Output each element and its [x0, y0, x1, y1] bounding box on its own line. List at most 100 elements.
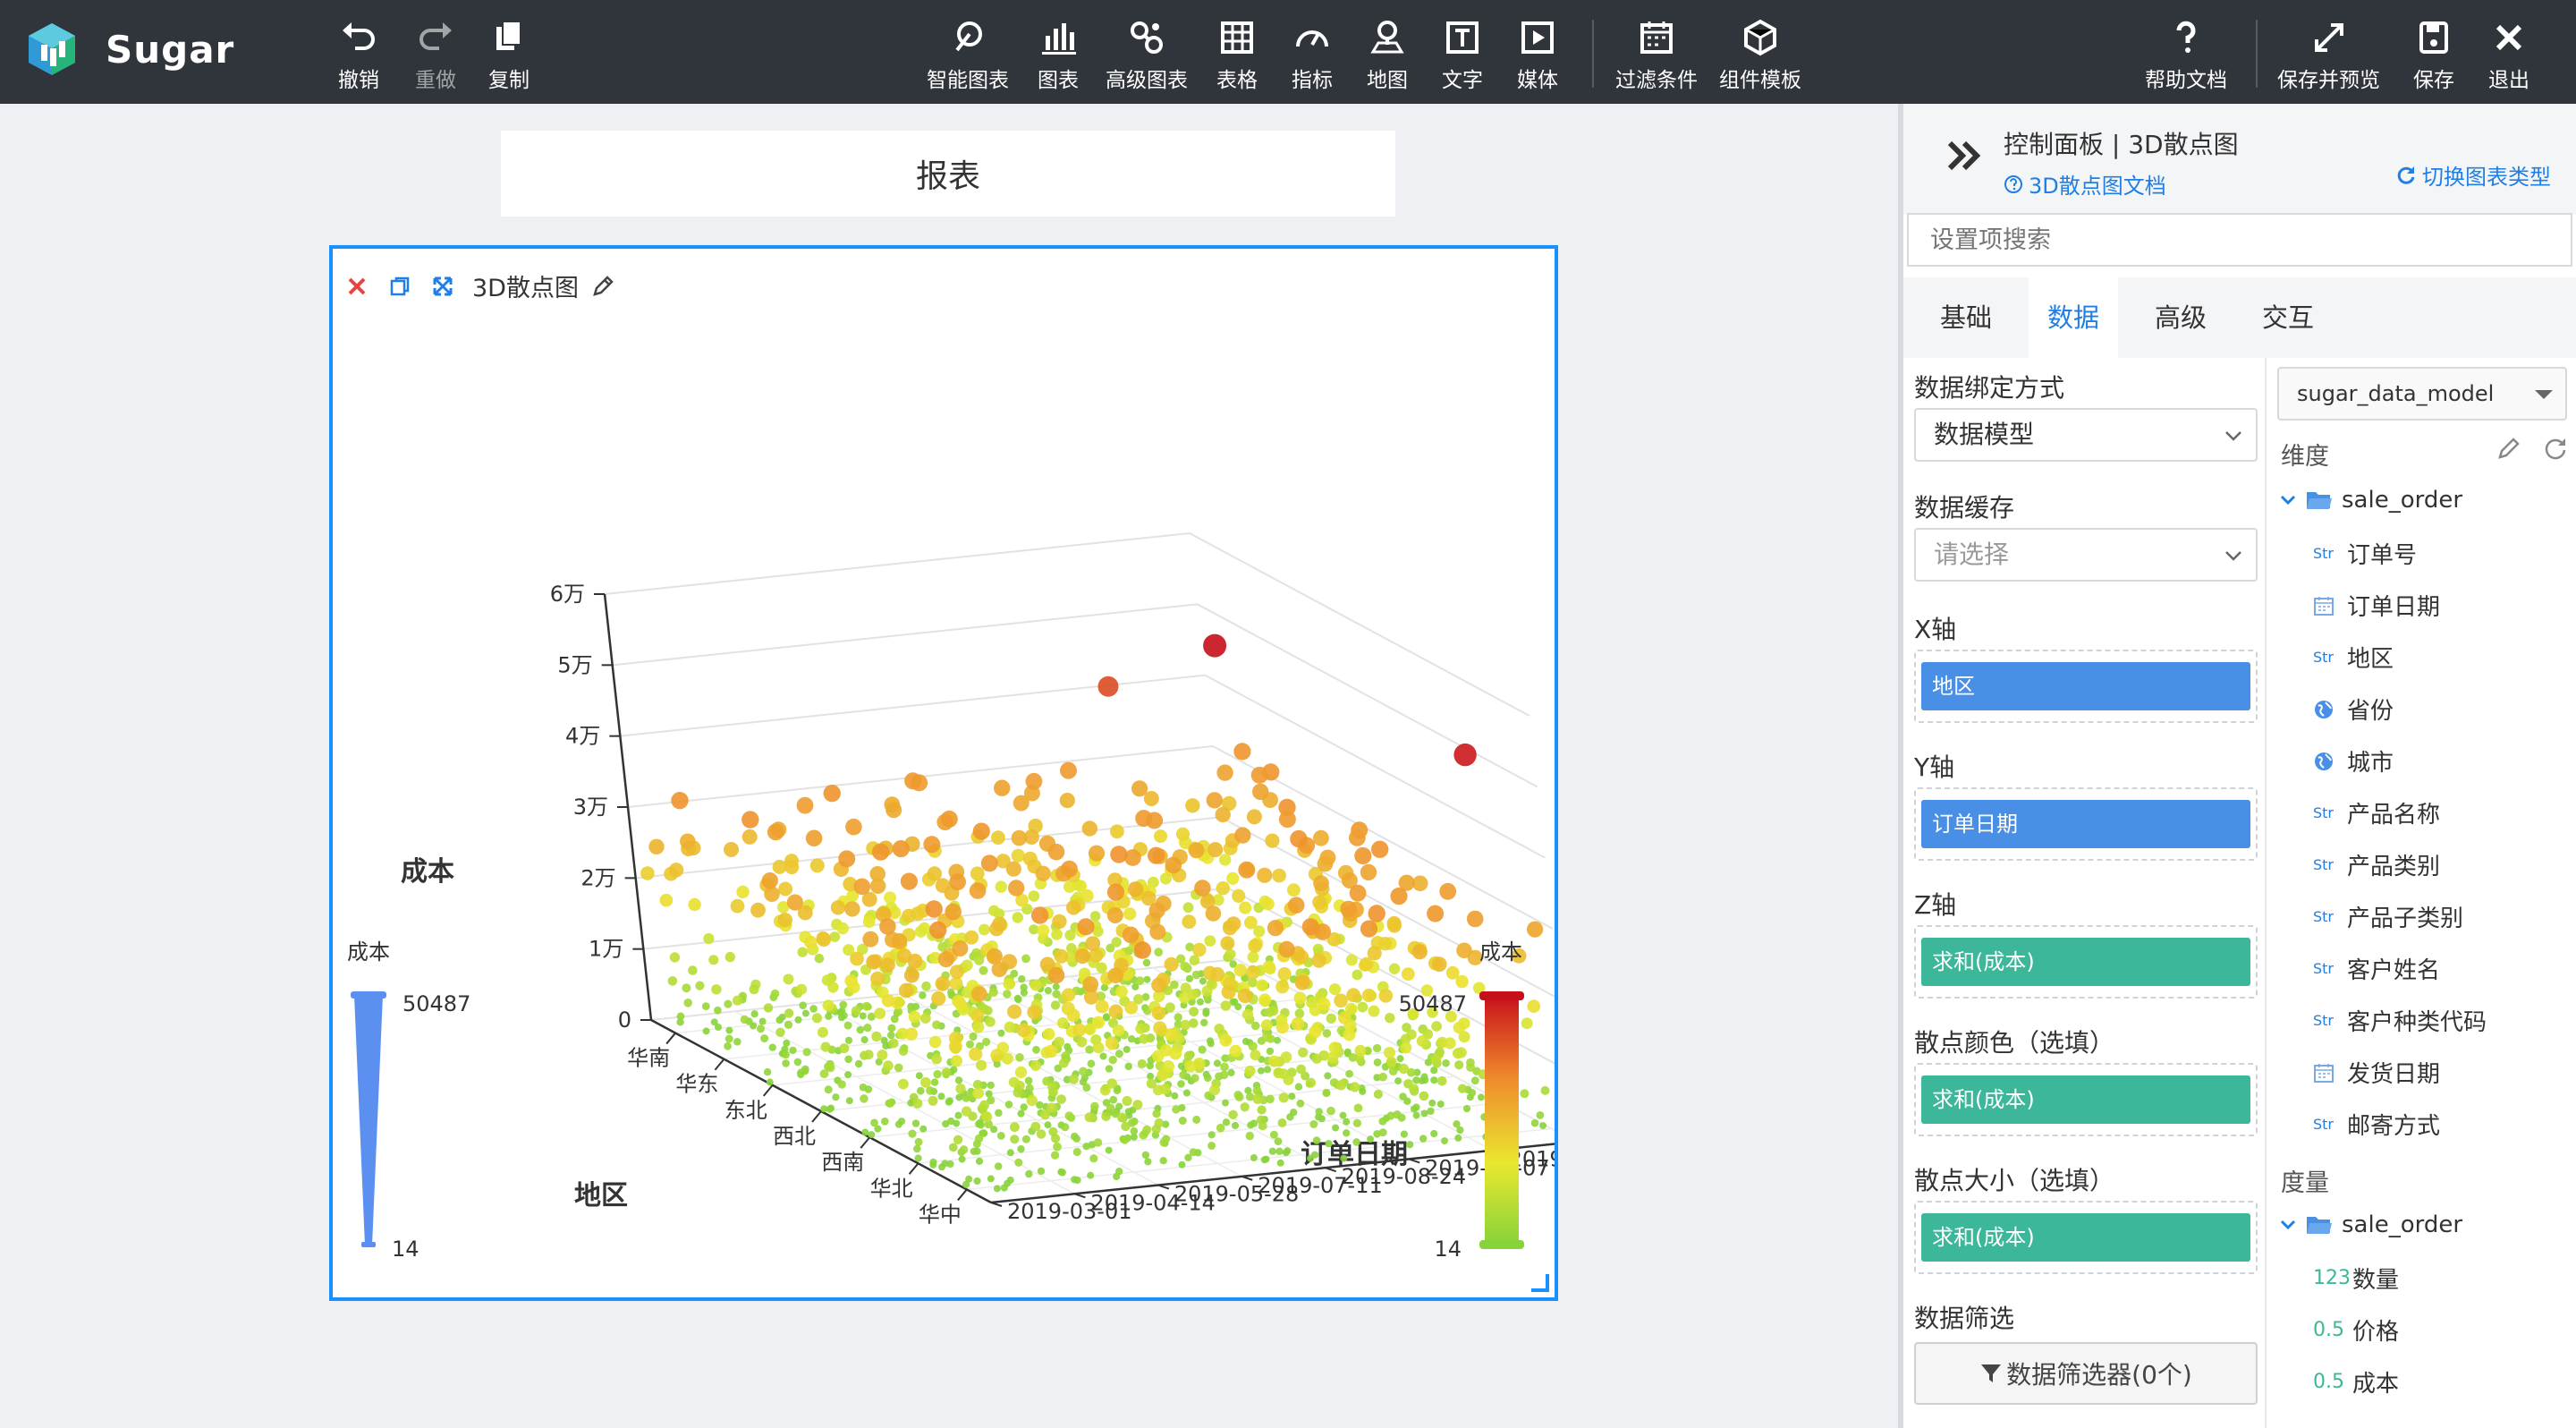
- text-button[interactable]: 文字: [1442, 18, 1483, 93]
- smart-chart-button[interactable]: 智能图表: [927, 18, 1009, 93]
- data-cache-select[interactable]: 请选择: [1914, 528, 2258, 582]
- data-point: [1453, 1021, 1466, 1034]
- field-item[interactable]: Str 产品名称: [2313, 796, 2440, 829]
- field-item[interactable]: Str 客户姓名: [2313, 952, 2440, 985]
- save-button[interactable]: 保存: [2413, 18, 2454, 93]
- chart-doc-link[interactable]: 3D散点图文档: [2004, 168, 2166, 200]
- point-size-dropzone[interactable]: 求和(成本): [1914, 1201, 2258, 1274]
- data-point: [1123, 1045, 1131, 1053]
- data-point: [1066, 1008, 1080, 1023]
- field-item[interactable]: 0.5 成本: [2313, 1365, 2399, 1398]
- field-item[interactable]: 省份: [2313, 693, 2394, 726]
- data-point: [1172, 1105, 1181, 1114]
- data-point: [1171, 1092, 1179, 1100]
- settings-search-input[interactable]: [1907, 213, 2572, 267]
- data-point: [949, 873, 966, 891]
- switch-chart-type-link[interactable]: 切换图表类型: [2395, 159, 2551, 191]
- caret-down-icon: [2535, 390, 2553, 399]
- collapse-panel-icon[interactable]: [1943, 134, 1986, 177]
- data-point: [1412, 1103, 1420, 1111]
- point-color-dropzone[interactable]: 求和(成本): [1914, 1063, 2258, 1136]
- data-point: [1151, 1124, 1161, 1135]
- field-item[interactable]: Str 订单号: [2313, 537, 2417, 570]
- field-item[interactable]: Str 地区: [2313, 641, 2394, 674]
- exit-button[interactable]: 退出: [2488, 18, 2529, 93]
- point-color-field-pill[interactable]: 求和(成本): [1921, 1075, 2250, 1124]
- data-point: [886, 802, 902, 819]
- x-axis-dropzone[interactable]: 地区: [1914, 650, 2258, 723]
- data-point: [823, 785, 841, 803]
- data-point: [1317, 855, 1334, 872]
- filter-condition-button[interactable]: 过滤条件: [1615, 18, 1698, 93]
- field-item[interactable]: Str 邮寄方式: [2313, 1108, 2440, 1141]
- data-model-select[interactable]: sugar_data_model: [2277, 367, 2567, 421]
- scatter3d-chart[interactable]: 01万2万3万4万5万6万华南华东东北西北西南华北华中 2019-03-01201…: [333, 249, 1555, 1297]
- point-size-field-pill[interactable]: 求和(成本): [1921, 1213, 2250, 1262]
- data-point: [977, 1121, 985, 1129]
- tab-data[interactable]: 数据: [2029, 277, 2118, 358]
- binding-mode-select[interactable]: 数据模型: [1914, 408, 2258, 462]
- data-point: [730, 898, 745, 914]
- advanced-chart-button[interactable]: 高级图表: [1106, 18, 1188, 93]
- data-point: [1252, 1086, 1262, 1095]
- data-point: [1280, 1051, 1292, 1063]
- data-point: [843, 1021, 852, 1030]
- data-config-column: 数据绑定方式 数据模型 数据缓存 请选择 X轴 地区 Y轴 订单日期 Z轴 求和…: [1903, 358, 2267, 1428]
- copy-button[interactable]: 复制: [488, 18, 530, 93]
- data-point: [1396, 1055, 1404, 1063]
- component-template-button[interactable]: 组件模板: [1719, 18, 1801, 93]
- field-item[interactable]: 123 数量: [2313, 1262, 2399, 1295]
- filter-calendar-icon: [1640, 21, 1673, 54]
- chart-card[interactable]: 3D散点图 0 1万 2万 3万 4万 5万 6万 华南 华东 东北 西北 西南 华北 华中 2019-03…: [329, 245, 1558, 1301]
- data-point: [766, 1078, 774, 1086]
- field-item[interactable]: 0.5 价格: [2313, 1313, 2399, 1347]
- map-button[interactable]: 地图: [1367, 18, 1408, 93]
- measure-folder[interactable]: sale_order: [2279, 1211, 2462, 1238]
- tab-basic[interactable]: 基础: [1903, 277, 2029, 358]
- data-point: [916, 1086, 925, 1095]
- report-title[interactable]: 报表: [501, 131, 1395, 217]
- z-axis-dropzone[interactable]: 求和(成本): [1914, 925, 2258, 999]
- chart-button[interactable]: 图表: [1038, 18, 1079, 93]
- field-name: 产品子类别: [2347, 905, 2464, 932]
- data-filter-button[interactable]: 数据筛选器(0个): [1914, 1342, 2258, 1405]
- field-item[interactable]: 订单日期: [2313, 589, 2440, 622]
- y-axis-dropzone[interactable]: 订单日期: [1914, 787, 2258, 861]
- data-point: [862, 931, 879, 948]
- field-item[interactable]: Str 产品子类别: [2313, 900, 2463, 933]
- field-item[interactable]: Str 客户种类代码: [2313, 1004, 2487, 1037]
- metric-label: 指标: [1292, 69, 1333, 92]
- z-axis-field-pill[interactable]: 求和(成本): [1921, 938, 2250, 986]
- data-point: [1020, 989, 1028, 997]
- save-preview-button[interactable]: 保存并预览: [2277, 18, 2380, 93]
- resize-handle[interactable]: [1531, 1274, 1549, 1292]
- field-item[interactable]: 发货日期: [2313, 1056, 2440, 1089]
- data-point: [995, 880, 1007, 893]
- tab-advanced[interactable]: 高级: [2118, 277, 2243, 358]
- data-point: [1189, 1007, 1199, 1017]
- field-item[interactable]: 城市: [2313, 744, 2394, 778]
- undo-button[interactable]: 撤销: [338, 18, 379, 93]
- redo-button[interactable]: 重做: [415, 18, 456, 93]
- data-point: [1112, 1024, 1125, 1037]
- tab-interaction[interactable]: 交互: [2243, 277, 2333, 358]
- data-point: [1454, 1134, 1462, 1142]
- media-button[interactable]: 媒体: [1517, 18, 1558, 93]
- data-point: [1089, 1154, 1098, 1163]
- table-button[interactable]: 表格: [1216, 18, 1258, 93]
- data-point: [937, 1092, 945, 1101]
- x-axis-field-pill[interactable]: 地区: [1921, 662, 2250, 710]
- help-docs-button[interactable]: 帮助文档: [2145, 18, 2227, 93]
- metric-button[interactable]: 指标: [1292, 18, 1333, 93]
- refresh-icon[interactable]: [2542, 435, 2569, 462]
- data-point: [1123, 907, 1137, 921]
- y-axis-field-pill[interactable]: 订单日期: [1921, 800, 2250, 848]
- edit-icon[interactable]: [2496, 435, 2522, 462]
- data-point: [1222, 920, 1238, 936]
- dimension-folder[interactable]: sale_order: [2279, 487, 2462, 514]
- field-item[interactable]: Str 产品类别: [2313, 848, 2440, 881]
- data-point: [1106, 907, 1123, 923]
- field-name: 客户姓名: [2347, 957, 2441, 984]
- data-point: [1256, 979, 1268, 991]
- data-point: [1273, 1067, 1284, 1079]
